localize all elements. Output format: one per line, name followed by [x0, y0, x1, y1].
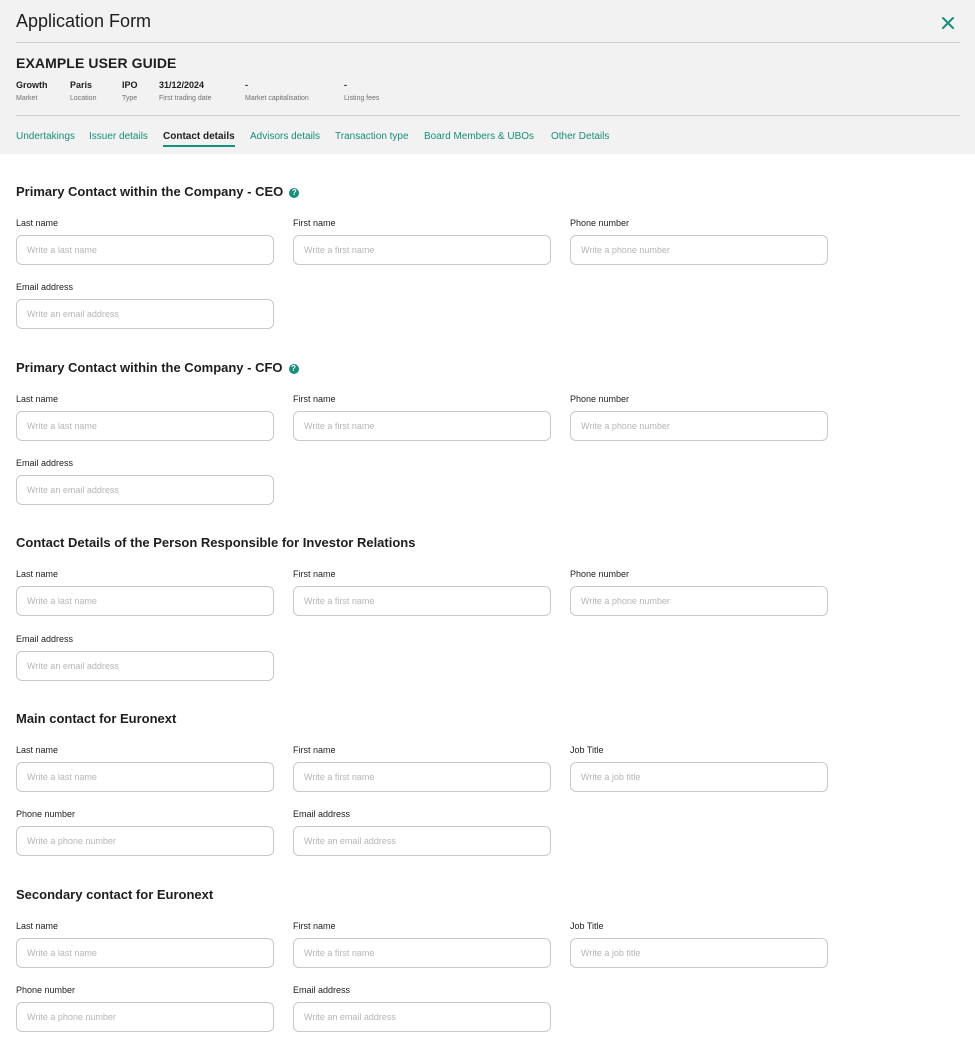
- help-icon[interactable]: ?: [289, 188, 300, 198]
- meta-market: Growth Market: [16, 80, 48, 104]
- ir-phone-input[interactable]: [570, 586, 828, 616]
- ceo-first-name-label: First name: [293, 218, 336, 228]
- main-job-title-label: Job Title: [570, 745, 604, 755]
- tab-transaction-type[interactable]: Transaction type: [335, 131, 409, 142]
- ceo-email-label: Email address: [16, 282, 74, 292]
- ceo-first-name-input[interactable]: [293, 235, 551, 265]
- main-first-name-label: First name: [293, 745, 336, 755]
- section-secondary-contact-title: Secondary contact for Euronext: [16, 887, 214, 902]
- ir-email-label: Email address: [16, 634, 74, 644]
- main-last-name-label: Last name: [16, 745, 59, 755]
- meta-market-capitalisation: - Market capitalisation: [245, 80, 309, 104]
- tab-contact-details[interactable]: Contact details: [163, 131, 235, 147]
- meta-label: Type: [122, 95, 138, 102]
- ir-first-name-input[interactable]: [293, 586, 551, 616]
- main-email-input[interactable]: [293, 826, 551, 856]
- ir-email-input[interactable]: [16, 651, 274, 681]
- help-icon[interactable]: ?: [288, 364, 299, 374]
- ir-last-name-label: Last name: [16, 569, 59, 579]
- meta-value: IPO: [122, 80, 138, 90]
- cfo-last-name-label: Last name: [16, 394, 59, 404]
- ir-phone-label: Phone number: [570, 569, 630, 579]
- cfo-first-name-label: First name: [293, 394, 336, 404]
- secondary-last-name-input[interactable]: [16, 938, 274, 968]
- cfo-email-input[interactable]: [16, 475, 274, 505]
- secondary-first-name-label: First name: [293, 921, 336, 931]
- section-main-contact-title: Main contact for Euronext: [16, 711, 177, 726]
- cfo-last-name-input[interactable]: [16, 411, 274, 441]
- tab-board-members-ubos[interactable]: Board Members & UBOs: [424, 131, 534, 142]
- meta-label: First trading date: [159, 95, 212, 102]
- tab-issuer-details[interactable]: Issuer details: [89, 131, 148, 142]
- cfo-phone-label: Phone number: [570, 394, 630, 404]
- main-job-title-input[interactable]: [570, 762, 828, 792]
- secondary-job-title-label: Job Title: [570, 921, 604, 931]
- cfo-email-label: Email address: [16, 458, 74, 468]
- secondary-phone-label: Phone number: [16, 985, 76, 995]
- meta-label: Listing fees: [344, 95, 380, 102]
- secondary-email-input[interactable]: [293, 1002, 551, 1032]
- section-investor-relations-title: Contact Details of the Person Responsibl…: [16, 535, 416, 550]
- ceo-email-input[interactable]: [16, 299, 274, 329]
- ir-first-name-label: First name: [293, 569, 336, 579]
- meta-first-trading-date: 31/12/2024 First trading date: [159, 80, 212, 104]
- ceo-last-name-label: Last name: [16, 218, 59, 228]
- meta-value: Paris: [70, 80, 93, 90]
- secondary-first-name-input[interactable]: [293, 938, 551, 968]
- meta-listing-fees: - Listing fees: [344, 80, 379, 104]
- page-title: Application Form: [16, 11, 152, 31]
- ceo-phone-label: Phone number: [570, 218, 630, 228]
- tab-other-details[interactable]: Other Details: [551, 131, 609, 142]
- section-ceo-title: Primary Contact within the Company - CEO…: [16, 184, 300, 199]
- meta-divider: [16, 115, 960, 116]
- form-header: Application Form EXAMPLE USER GUIDE Grow…: [0, 0, 975, 154]
- meta-value: -: [245, 80, 248, 90]
- ir-last-name-input[interactable]: [16, 586, 274, 616]
- meta-label: Location: [70, 95, 97, 102]
- cfo-first-name-input[interactable]: [293, 411, 551, 441]
- section-cfo-title: Primary Contact within the Company - CFO…: [16, 360, 299, 375]
- meta-value: -: [344, 80, 347, 90]
- meta-label: Market: [16, 95, 38, 102]
- meta-value: Growth: [16, 80, 48, 90]
- guide-title: EXAMPLE USER GUIDE: [16, 55, 177, 71]
- secondary-job-title-input[interactable]: [570, 938, 828, 968]
- tab-advisors-details[interactable]: Advisors details: [250, 131, 320, 142]
- ceo-phone-input[interactable]: [570, 235, 828, 265]
- main-last-name-input[interactable]: [16, 762, 274, 792]
- cfo-phone-input[interactable]: [570, 411, 828, 441]
- section-cfo-title-text: Primary Contact within the Company - CFO: [16, 360, 283, 375]
- section-ceo-title-text: Primary Contact within the Company - CEO: [16, 184, 284, 199]
- meta-value: 31/12/2024: [159, 80, 205, 90]
- secondary-phone-input[interactable]: [16, 1002, 274, 1032]
- meta-location: Paris Location: [70, 80, 96, 104]
- main-phone-label: Phone number: [16, 809, 76, 819]
- tab-undertakings[interactable]: Undertakings: [16, 131, 75, 142]
- meta-type: IPO Type: [122, 80, 138, 104]
- meta-label: Market capitalisation: [245, 95, 309, 102]
- title-divider: [16, 42, 960, 43]
- close-icon[interactable]: [939, 14, 957, 32]
- main-phone-input[interactable]: [16, 826, 274, 856]
- main-first-name-input[interactable]: [293, 762, 551, 792]
- secondary-last-name-label: Last name: [16, 921, 59, 931]
- secondary-email-label: Email address: [293, 985, 351, 995]
- ceo-last-name-input[interactable]: [16, 235, 274, 265]
- main-email-label: Email address: [293, 809, 351, 819]
